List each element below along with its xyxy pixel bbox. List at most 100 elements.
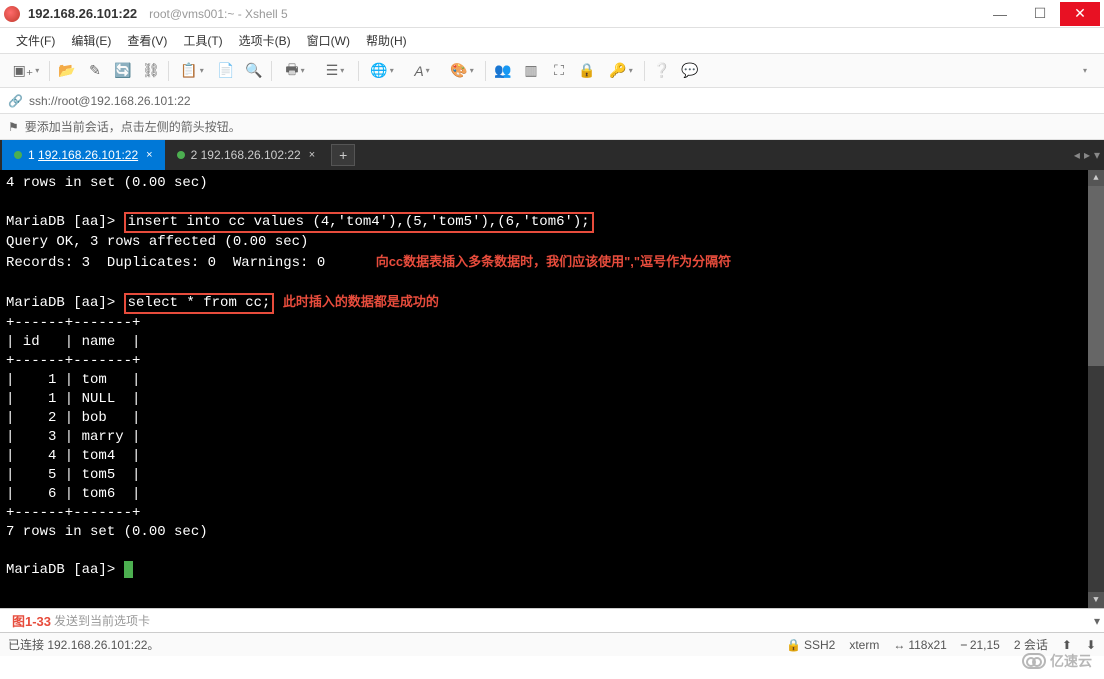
color-button[interactable]: 🎨 [442, 57, 482, 85]
term-line: Records: 3 Duplicates: 0 Warnings: 0 [6, 255, 325, 271]
find-button[interactable]: 🔍 [240, 57, 268, 85]
copy-button[interactable]: 📋 [172, 57, 212, 85]
reconnect-button[interactable]: 🔄 [109, 57, 137, 85]
new-session-button[interactable]: ▣₊ [6, 57, 46, 85]
minimize-button[interactable]: — [980, 2, 1020, 26]
fullscreen-button[interactable]: ⛶ [545, 57, 573, 85]
table-row: | 6 | tom6 | [6, 486, 140, 502]
terminal-scrollbar[interactable]: ▲ ▼ [1088, 170, 1104, 608]
address-bar[interactable]: 🔗 ssh://root@192.168.26.101:22 [0, 88, 1104, 114]
status-bar: 已连接 192.168.26.101:22。 🔒 SSH2 xterm ↔ 11… [0, 632, 1104, 656]
scroll-up-icon[interactable]: ▲ [1088, 170, 1104, 186]
term-prompt: MariaDB [aa]> [6, 214, 115, 230]
tab-bar: 1 192.168.26.101:22 × 2 192.168.26.102:2… [0, 140, 1104, 170]
users-button[interactable]: 👥 [489, 57, 517, 85]
term-line: 7 rows in set (0.00 sec) [6, 524, 208, 540]
send-input-placeholder: 发送到当前选项卡 [54, 612, 150, 629]
term-line: 4 rows in set (0.00 sec) [6, 175, 208, 191]
menu-edit[interactable]: 编辑(E) [63, 28, 119, 53]
menu-tools[interactable]: 工具(T) [175, 28, 230, 53]
properties-button[interactable]: ☰ [315, 57, 355, 85]
app-icon [4, 6, 20, 22]
tab-next-icon[interactable]: ▸ [1084, 148, 1090, 162]
link-icon: 🔗 [8, 94, 23, 108]
status-up-icon[interactable]: ⬆ [1062, 638, 1072, 652]
toolbar-separator [49, 61, 50, 81]
annotation-insert: 向cc数据表插入多条数据时，我们应该使用","逗号作为分隔符 [376, 254, 731, 269]
lock-button[interactable]: 🔒 [573, 57, 601, 85]
table-row: | 1 | NULL | [6, 391, 140, 407]
toolbar-separator [485, 61, 486, 81]
tab-close-icon[interactable]: × [309, 149, 315, 161]
tab-list-icon[interactable]: ▾ [1094, 148, 1100, 162]
table-row: | 5 | tom5 | [6, 467, 140, 483]
key-button[interactable]: 🔑 [601, 57, 641, 85]
menu-bar: 文件(F) 编辑(E) 查看(V) 工具(T) 选项卡(B) 窗口(W) 帮助(… [0, 28, 1104, 54]
menu-help[interactable]: 帮助(H) [358, 28, 415, 53]
hint-text: 要添加当前会话，点击左侧的箭头按钮。 [25, 118, 241, 135]
toolbar-separator [271, 61, 272, 81]
toolbar-separator [168, 61, 169, 81]
term-cmd-select: select * from cc; [124, 293, 275, 314]
menu-file[interactable]: 文件(F) [8, 28, 63, 53]
status-dot-icon [177, 151, 185, 159]
watermark-logo-icon [1022, 653, 1046, 669]
maximize-button[interactable]: ☐ [1020, 2, 1060, 26]
tab-nav: ◂ ▸ ▾ [1074, 140, 1100, 170]
globe-button[interactable]: 🌐 [362, 57, 402, 85]
menu-tab[interactable]: 选项卡(B) [231, 28, 299, 53]
paste-button[interactable]: 📄 [212, 57, 240, 85]
window-controls: — ☐ ✕ [980, 2, 1100, 26]
term-prompt: MariaDB [aa]> [6, 562, 115, 578]
toolbar-separator [358, 61, 359, 81]
menu-view[interactable]: 查看(V) [119, 28, 175, 53]
status-termtype: xterm [849, 638, 879, 652]
title-bar: 192.168.26.101:22 root@vms001:~ - Xshell… [0, 0, 1104, 28]
session-tab-1[interactable]: 1 192.168.26.101:22 × [2, 140, 165, 170]
print-button[interactable]: 🖶 [275, 57, 315, 85]
term-cmd-insert: insert into cc values (4,'tom4'),(5,'tom… [124, 212, 594, 233]
term-line: | id | name | [6, 334, 140, 350]
terminal[interactable]: 4 rows in set (0.00 sec) MariaDB [aa]> i… [0, 170, 1104, 608]
table-row: | 4 | tom4 | [6, 448, 140, 464]
tab-number: 1 [28, 148, 35, 162]
tab-close-icon[interactable]: × [146, 149, 152, 161]
disconnect-button[interactable]: ⛓ [137, 57, 165, 85]
hint-flag-icon[interactable]: ⚑ [8, 120, 19, 134]
tab-prev-icon[interactable]: ◂ [1074, 148, 1080, 162]
status-protocol: 🔒 SSH2 [786, 638, 835, 652]
edit-pencil-button[interactable]: ✎ [81, 57, 109, 85]
term-line: Query OK, 3 rows affected (0.00 sec) [6, 234, 308, 250]
info-bar: ⚑ 要添加当前会话，点击左侧的箭头按钮。 [0, 114, 1104, 140]
send-input-bar[interactable]: 图1-33 发送到当前选项卡 ▾ [0, 608, 1104, 632]
window-title-session: root@vms001:~ - Xshell 5 [149, 7, 288, 21]
terminal-button[interactable]: ▥ [517, 57, 545, 85]
status-cursor: ⎯ 21,15 [961, 637, 1000, 652]
close-button[interactable]: ✕ [1060, 2, 1100, 26]
terminal-cursor [124, 561, 133, 578]
input-dropdown-icon[interactable]: ▾ [1094, 614, 1100, 628]
session-tab-2[interactable]: 2 192.168.26.102:22 × [165, 140, 328, 170]
toolbar-overflow-button[interactable] [1070, 57, 1098, 85]
tab-add-button[interactable]: + [331, 144, 355, 166]
status-down-icon[interactable]: ⬇ [1086, 638, 1096, 652]
term-line: +------+-------+ [6, 353, 140, 369]
tab-label: 192.168.26.102:22 [201, 148, 301, 162]
scroll-down-icon[interactable]: ▼ [1088, 592, 1104, 608]
table-row: | 3 | marry | [6, 429, 140, 445]
term-prompt: MariaDB [aa]> [6, 295, 115, 311]
open-button[interactable]: 📂 [53, 57, 81, 85]
tab-label: 192.168.26.101:22 [38, 148, 138, 162]
term-line: +------+-------+ [6, 315, 140, 331]
scroll-thumb[interactable] [1088, 186, 1104, 366]
tab-number: 2 [191, 148, 198, 162]
feedback-button[interactable]: 💬 [676, 57, 704, 85]
menu-window[interactable]: 窗口(W) [299, 28, 358, 53]
figure-label: 图1-33 [12, 611, 51, 630]
toolbar-separator [644, 61, 645, 81]
font-button[interactable]: A [402, 57, 442, 85]
annotation-select: 此时插入的数据都是成功的 [283, 294, 439, 309]
watermark: 亿速云 [1022, 651, 1092, 671]
help-button[interactable]: ❔ [648, 57, 676, 85]
address-url: ssh://root@192.168.26.101:22 [29, 94, 191, 108]
